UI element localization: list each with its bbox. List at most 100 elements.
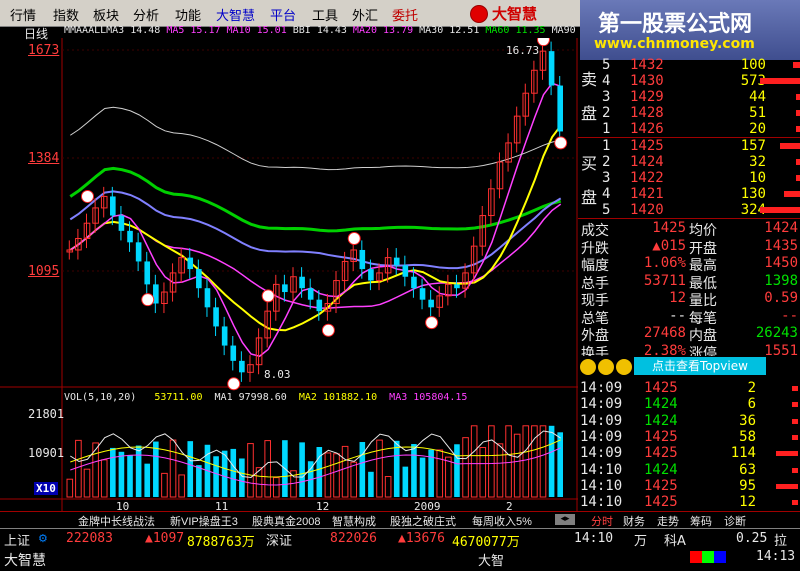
status-unit: 万 <box>634 534 648 549</box>
tab-vip[interactable]: 新VIP操盘王3 <box>170 513 238 529</box>
stat-value: 1450 <box>764 255 798 271</box>
menu-analysis[interactable]: 分析 <box>133 5 159 24</box>
dot-icon-3[interactable] <box>616 359 632 375</box>
quote-panel: 卖 盘 买 盘 5 1432 100 4 1430 573 3 1429 44 2 1428 51 1 1… <box>578 57 800 510</box>
tab-fenshi[interactable]: 分时 <box>591 513 613 529</box>
tick-volume: 63 <box>739 461 756 478</box>
tick-row: 14:09 1424 36 <box>580 413 798 429</box>
tick-price: 1425 <box>644 428 678 445</box>
gear-icon[interactable]: ⚙ <box>38 532 48 545</box>
tab-zoushi[interactable]: 走势 <box>657 513 679 529</box>
bid-row[interactable]: 4 1421 130 <box>602 186 800 202</box>
vol-ma3-line <box>70 447 561 486</box>
level-price: 1426 <box>630 121 664 137</box>
stat-value: -- <box>781 307 798 324</box>
sh-change: ▲1097 <box>145 531 185 546</box>
volume-bar <box>548 425 555 497</box>
status-time-2: 14:13 <box>756 549 796 564</box>
volume-bar <box>760 78 800 84</box>
stat-row: 现手 12 量比 0.59 <box>581 290 798 309</box>
level-volume: 44 <box>749 89 766 105</box>
sell-label-1: 卖 <box>581 70 598 89</box>
volume-bar <box>402 466 409 497</box>
menu-forex[interactable]: 外汇 <box>352 5 378 24</box>
ask-row[interactable]: 5 1432 100 <box>602 57 800 73</box>
tab-zhihui[interactable]: 智慧构成 <box>332 513 376 529</box>
smiley-icon <box>536 38 550 47</box>
ma-legend-item: BBI 14.43 <box>292 25 347 36</box>
volume-bar <box>796 175 800 181</box>
tick-price: 1424 <box>644 412 678 429</box>
tab-gudian[interactable]: 股典真金2008 <box>252 513 320 529</box>
menu-sector[interactable]: 板块 <box>93 5 119 24</box>
ask-row[interactable]: 2 1428 51 <box>602 105 800 121</box>
ask-row[interactable]: 3 1429 44 <box>602 89 800 105</box>
stat-value: 1398 <box>764 272 798 289</box>
tick-price: 1425 <box>644 380 678 396</box>
dot-icon-2[interactable] <box>598 359 614 375</box>
dot-icon-1[interactable] <box>580 359 596 375</box>
menu-functions[interactable]: 功能 <box>175 5 201 24</box>
stat-value: 27468 <box>643 325 686 341</box>
book-divider <box>578 137 800 138</box>
vol-ma2: 101882.10 <box>322 392 378 403</box>
level-price: 1424 <box>630 154 664 170</box>
status-brand-2: 大智 <box>478 554 505 569</box>
tab-caiwu[interactable]: 财务 <box>623 513 645 529</box>
vol-scale-badge[interactable]: X10 <box>34 482 58 495</box>
tab-chouma[interactable]: 筹码 <box>690 513 712 529</box>
tick-row: 14:09 1425 58 <box>580 429 798 445</box>
menu-tools[interactable]: 工具 <box>312 5 338 24</box>
level-num: 2 <box>602 154 611 170</box>
kline-chart[interactable] <box>0 38 578 513</box>
volume-bar <box>792 62 800 68</box>
candle-body <box>376 272 383 282</box>
level-num: 4 <box>602 186 611 202</box>
level-num: 1 <box>602 121 611 137</box>
buy-label-1: 买 <box>581 154 598 173</box>
tick-bar <box>792 434 798 440</box>
tab-zhenduan[interactable]: 诊断 <box>724 513 746 529</box>
bid-row[interactable]: 3 1422 10 <box>602 170 800 186</box>
tab-jinpai[interactable]: 金牌中长线战法 <box>78 513 155 529</box>
status-extra: 拉 <box>774 534 788 549</box>
sz-label[interactable]: 深证 <box>266 530 292 549</box>
sz-change: ▲13676 <box>398 531 445 546</box>
scroll-arrows-icon[interactable]: ◂▸ <box>555 514 575 525</box>
ma-legend-item: MA20 13.79 <box>352 25 414 36</box>
smiley-icon <box>425 316 439 330</box>
tab-gudu[interactable]: 股独之破庄式 <box>390 513 456 529</box>
ma-legend-item: MA30 12.51 <box>419 25 480 36</box>
brand-logo-icon <box>470 5 488 23</box>
bid-row[interactable]: 1 1425 157 <box>602 138 800 154</box>
level-price: 1428 <box>630 105 664 121</box>
volume-bar <box>239 458 245 497</box>
menu-dzh[interactable]: 大智慧 <box>216 5 255 24</box>
tick-bar <box>792 418 798 424</box>
volume-bar <box>796 110 800 116</box>
ma-legend-item: MMAAALLMA3 14.48 <box>64 25 161 36</box>
bid-row[interactable]: 5 1420 324 <box>602 202 800 218</box>
sh-label[interactable]: 上证 <box>4 530 30 549</box>
vol-value: 53711.00 <box>154 392 203 403</box>
volume-bar <box>454 444 460 497</box>
status-brand[interactable]: 大智慧 <box>4 550 46 570</box>
stat-row: 幅度 1.06% 最高 1450 <box>581 255 798 274</box>
menu-platform[interactable]: 平台 <box>270 5 296 24</box>
menu-quotes[interactable]: 行情 <box>10 5 36 24</box>
bid-row[interactable]: 2 1424 32 <box>602 154 800 170</box>
volume-bar <box>153 441 159 497</box>
sh-amount: 8788763万 <box>187 535 255 550</box>
topview-button[interactable]: 点击查看Topview <box>634 357 766 375</box>
volume-bar <box>796 94 800 100</box>
menu-index[interactable]: 指数 <box>53 5 79 24</box>
tick-time: 14:09 <box>580 445 623 462</box>
menu-order[interactable]: 委托 <box>392 5 418 24</box>
stat-row: 总手 53711 最低 1398 <box>581 272 798 292</box>
vol-ma1: 97998.60 <box>238 392 287 403</box>
ask-row[interactable]: 4 1430 573 <box>602 73 800 89</box>
volume-bar <box>247 443 254 498</box>
ask-row[interactable]: 1 1426 20 <box>602 121 800 137</box>
tab-weekly[interactable]: 每周收入5% <box>472 513 532 529</box>
level-price: 1421 <box>630 186 664 202</box>
